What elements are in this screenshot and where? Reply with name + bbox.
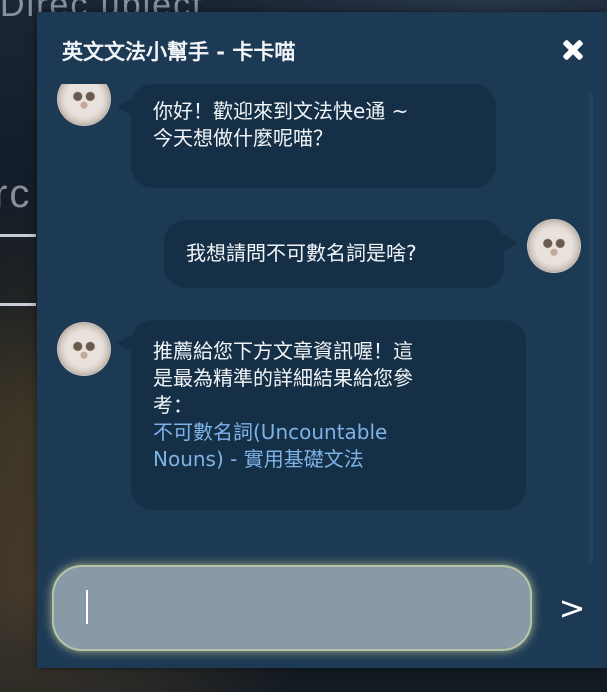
text-caret <box>86 590 88 624</box>
chat-title: 英文文法小幫手 - 卡卡喵 <box>62 40 296 64</box>
message-text: 我想請問不可數名詞是啥? <box>186 241 417 265</box>
user-avatar <box>527 219 581 273</box>
send-button[interactable]: > <box>552 586 592 630</box>
article-link[interactable]: 不可數名詞(Uncountable <box>153 419 504 446</box>
message-text: 今天想做什麼呢喵？ <box>153 126 333 150</box>
message-input[interactable] <box>92 585 516 631</box>
message-text: 考： <box>153 393 193 417</box>
bot-avatar <box>57 84 111 126</box>
message-text: 推薦給您下方文章資訊喔！這 <box>153 339 413 363</box>
close-icon[interactable] <box>561 38 585 62</box>
message-list: 你好！歡迎來到文法快e通 ~ 今天想做什麼呢喵？ 我想請問不可數名詞是啥? 推薦… <box>37 84 607 564</box>
article-link[interactable]: Nouns) - 實用基礎文法 <box>153 446 504 473</box>
background-partial-text: rc <box>0 172 32 216</box>
chat-header: 英文文法小幫手 - 卡卡喵 <box>37 12 607 84</box>
bot-message: 你好！歡迎來到文法快e通 ~ 今天想做什麼呢喵？ <box>117 84 496 188</box>
message-text: 是最為精準的詳細結果給您參 <box>153 366 413 390</box>
bot-message: 推薦給您下方文章資訊喔！這 是最為精準的詳細結果給您參 考： 不可數名詞(Unc… <box>117 320 526 510</box>
background-divider <box>0 303 36 306</box>
message-text: 你好！歡迎來到文法快e通 ~ <box>153 99 409 123</box>
background-divider <box>0 234 36 237</box>
message-input-box[interactable] <box>52 565 532 651</box>
user-message: 我想請問不可數名詞是啥? <box>164 220 518 288</box>
bot-avatar <box>57 322 111 376</box>
chat-panel: 英文文法小幫手 - 卡卡喵 你好！歡迎來到文法快e通 ~ 今天想做什麼呢喵？ 我… <box>37 12 607 668</box>
